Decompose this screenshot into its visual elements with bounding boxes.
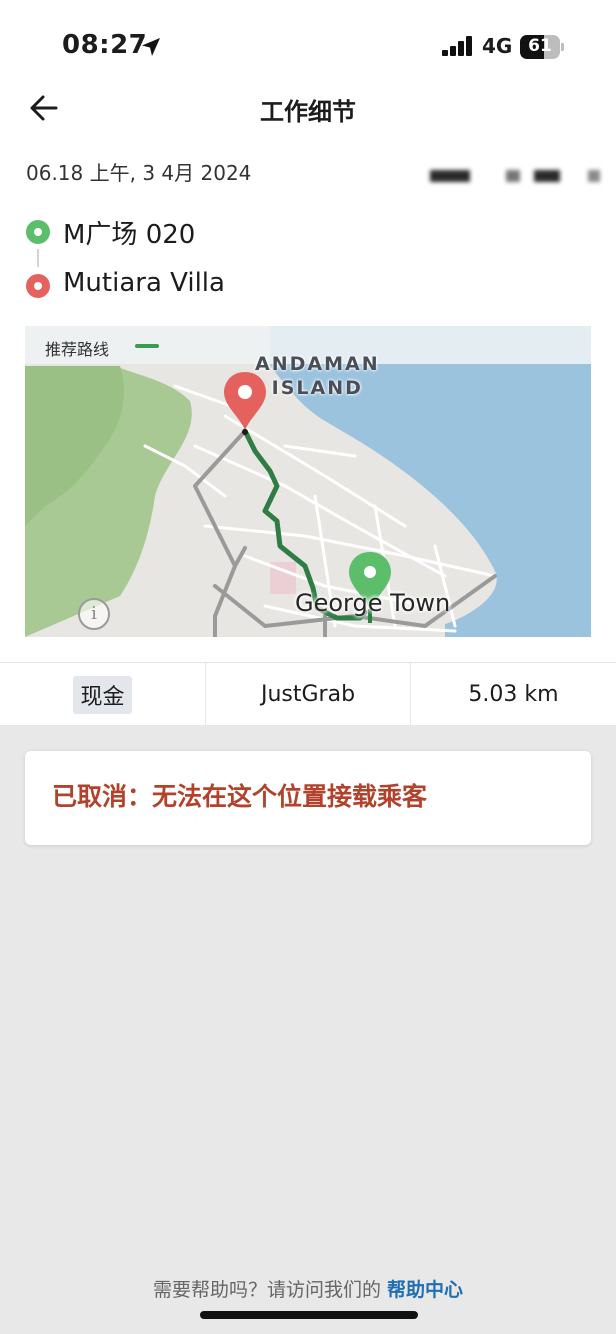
map-label-island: ANDAMAN ISLAND xyxy=(255,353,380,399)
trip-distance: 5.03 km xyxy=(468,682,559,707)
battery-icon: 61 xyxy=(520,35,564,59)
legend-label: 推荐路线 xyxy=(45,340,110,359)
legend-route-swatch xyxy=(135,344,159,348)
route-connector xyxy=(37,249,39,267)
help-center-link[interactable]: 帮助中心 xyxy=(387,1279,463,1301)
status-time: 08:27 xyxy=(62,30,148,60)
battery-level: 61 xyxy=(528,36,552,56)
page-title: 工作细节 xyxy=(260,98,356,126)
service-type: JustGrab xyxy=(260,682,356,707)
map-label-town: George Town xyxy=(295,589,451,617)
cancellation-message: 已取消：无法在这个位置接载乘客 xyxy=(52,782,428,811)
location-arrow-icon xyxy=(142,38,160,56)
map-info-icon[interactable]: i xyxy=(78,598,110,630)
payment-method-cell: 现金 xyxy=(0,663,205,726)
pickup-location: M广场 020 xyxy=(63,220,196,250)
network-type: 4G xyxy=(482,34,513,58)
dropoff-dot-icon xyxy=(26,274,50,298)
pickup-dot-icon xyxy=(26,220,50,244)
trip-info-row: 现金 JustGrab 5.03 km xyxy=(0,662,616,726)
cancellation-card: 已取消：无法在这个位置接载乘客 xyxy=(25,751,591,845)
trip-date: 06.18 上午, 3 4月 2024 xyxy=(26,161,252,185)
route-map[interactable]: 推荐路线 ANDAMAN ISLAND George Town i xyxy=(25,326,591,637)
cellular-signal-icon xyxy=(442,36,474,56)
help-prompt: 需要帮助吗？请访问我们的 xyxy=(152,1279,388,1301)
dropoff-location: Mutiara Villa xyxy=(63,268,225,298)
payment-method: 现金 xyxy=(73,675,132,714)
home-indicator[interactable] xyxy=(200,1311,418,1319)
help-footer: 需要帮助吗？请访问我们的 帮助中心 xyxy=(0,1275,616,1302)
